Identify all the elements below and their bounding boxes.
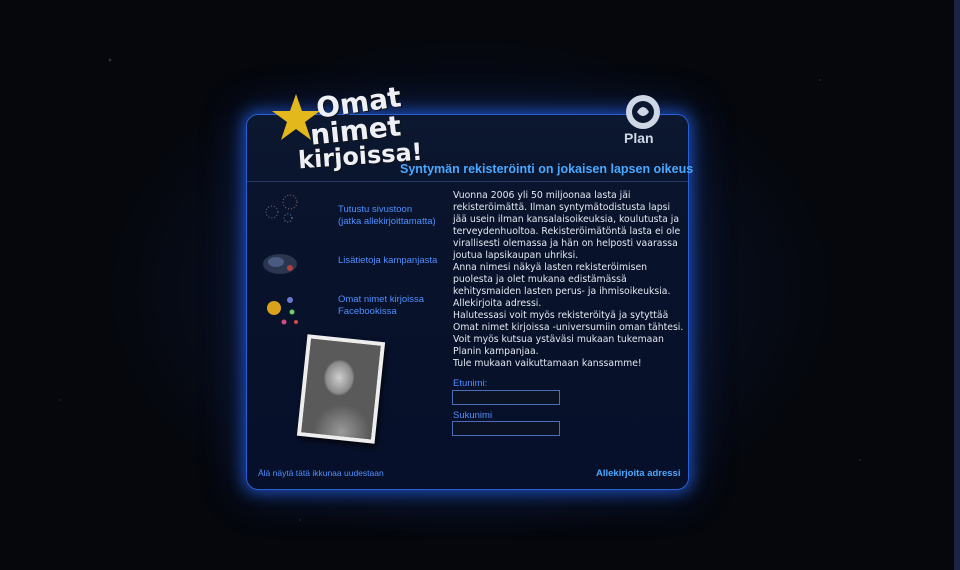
nav-label-facebook-line2: Facebookissa bbox=[338, 306, 397, 317]
body-paragraph-2: Anna nimesi näkyä lasten rekisteröimisen… bbox=[453, 262, 671, 309]
nav-label-explore-line1: Tutustu sivustoon bbox=[338, 204, 413, 215]
first-name-label: Etunimi: bbox=[453, 378, 488, 389]
nav-label-facebook-line1: Omat nimet kirjoissa bbox=[338, 294, 425, 305]
body-paragraph-3: Halutessasi voit myös rekisteröityä ja s… bbox=[453, 310, 684, 357]
nav-item-campaign-info[interactable]: Lisätietoja kampanjasta bbox=[260, 244, 450, 284]
nav-item-facebook[interactable]: Omat nimet kirjoissa Facebookissa bbox=[260, 290, 450, 330]
dont-show-again-link[interactable]: Älä näytä tätä ikkunaa uudestaan bbox=[258, 468, 384, 478]
baby-photo bbox=[296, 334, 386, 444]
last-name-input[interactable] bbox=[452, 421, 560, 436]
header-divider bbox=[247, 181, 688, 182]
last-name-label: Sukunimi bbox=[453, 410, 493, 421]
body-paragraph-1: Vuonna 2006 yli 50 miljoonaa lasta jäi r… bbox=[453, 190, 681, 261]
nav-label-campaign-info: Lisätietoja kampanjasta bbox=[338, 255, 438, 266]
first-name-input[interactable] bbox=[452, 390, 560, 405]
nav-label-explore-line2: (jatka allekirjoittamatta) bbox=[338, 216, 436, 227]
fireworks-icon bbox=[265, 194, 298, 223]
nav-item-explore-site[interactable]: Tutustu sivustoon (jatka allekirjoittama… bbox=[260, 190, 450, 230]
scrollbar-edge bbox=[954, 0, 960, 570]
body-paragraph-4: Tule mukaan vaikuttamaan kanssamme! bbox=[453, 358, 642, 369]
baby-photo-image bbox=[301, 338, 381, 440]
nebula-icon bbox=[263, 254, 297, 274]
plan-logo-text: Plan bbox=[624, 130, 654, 146]
sign-petition-button[interactable]: Allekirjoita adressi bbox=[596, 468, 680, 479]
page-title: Syntymän rekisteröinti on jokaisen lapse… bbox=[400, 162, 694, 176]
colored-dots-icon bbox=[267, 297, 298, 325]
